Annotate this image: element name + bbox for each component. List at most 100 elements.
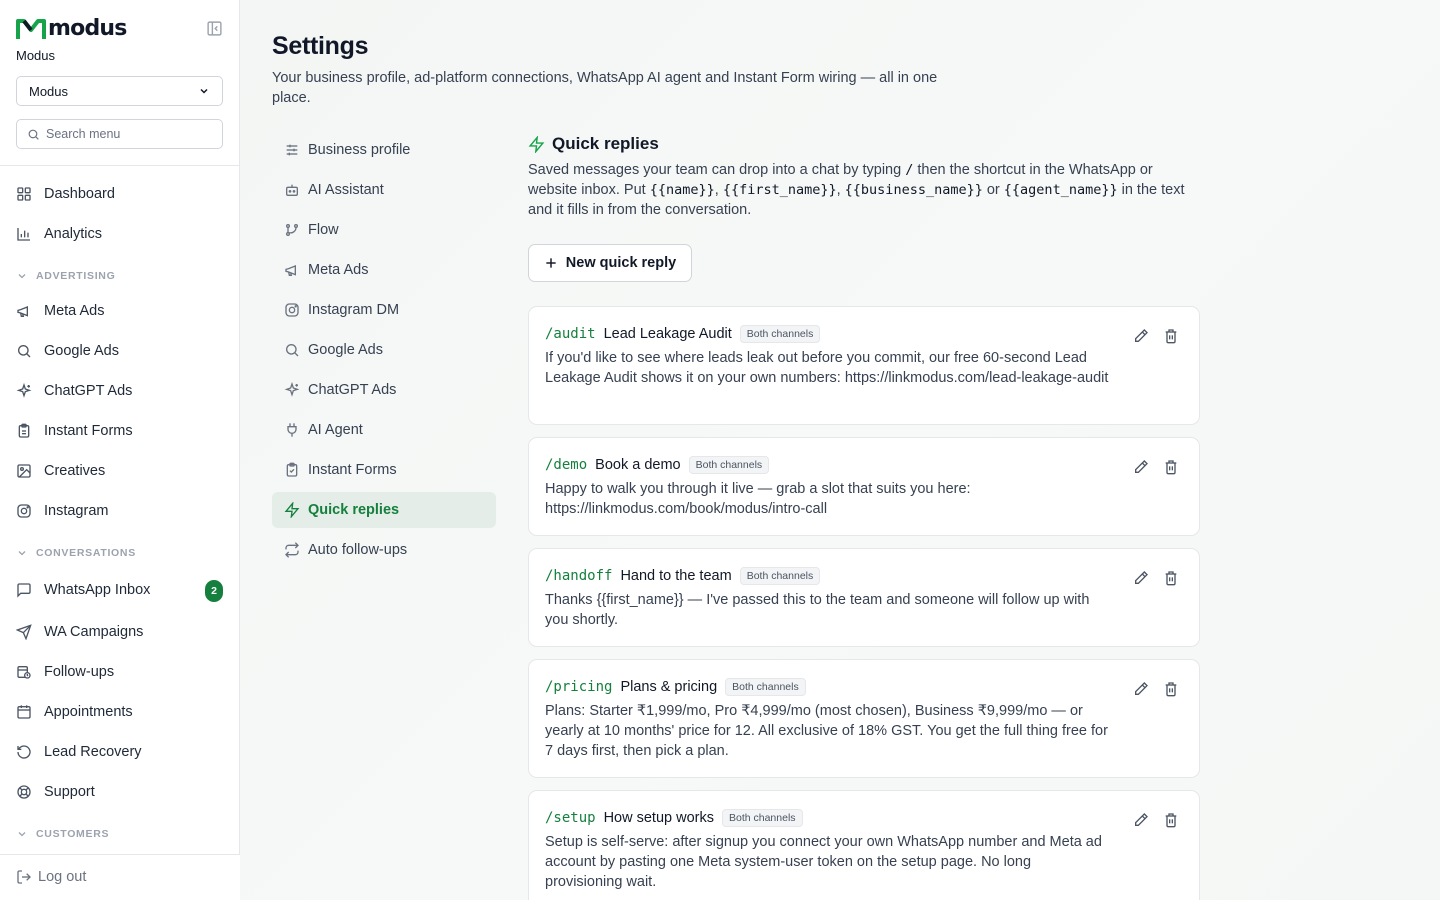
quick-reply-body: Thanks {{first_name}} — I've passed this… [545, 592, 1090, 628]
settings-nav-ai-assistant[interactable]: AI Assistant [272, 172, 496, 208]
lifebuoy-icon [17, 785, 31, 799]
message-icon [17, 583, 31, 598]
send-icon [16, 624, 32, 640]
sidebar-divider [0, 165, 240, 166]
settings-nav-instant-forms[interactable]: Instant Forms [272, 452, 496, 488]
new-quick-reply-label: New quick reply [565, 255, 677, 271]
modus-logo-icon [16, 18, 46, 39]
settings-nav-business-profile[interactable]: Business profile [272, 132, 496, 168]
calendar-icon [17, 705, 31, 719]
new-quick-reply-button[interactable]: New quick reply [528, 244, 692, 282]
settings-nav-label: Quick replies [308, 502, 400, 518]
trash-icon[interactable] [1163, 328, 1179, 344]
settings-nav-label: Business profile [308, 142, 411, 158]
settings-nav-label: Meta Ads [308, 262, 369, 278]
nav-appointments[interactable]: Appointments [16, 697, 223, 727]
nav-support[interactable]: Support [16, 777, 223, 807]
org-select-value: Modus [29, 83, 69, 99]
quick-reply-body: Happy to walk you through it live — grab… [545, 481, 971, 517]
search-icon [18, 345, 31, 358]
quick-reply-body: If you'd like to see where leads leak ou… [545, 350, 1109, 386]
zap-icon [284, 502, 300, 518]
nav-creatives[interactable]: Creatives [16, 456, 223, 486]
clipboard-icon [18, 423, 30, 438]
nav-instagram[interactable]: Instagram [16, 496, 223, 526]
nav-dashboard[interactable]: Dashboard [16, 179, 223, 209]
chevron-down-icon [18, 832, 26, 837]
settings-nav-label: ChatGPT Ads [308, 382, 397, 398]
edit-icon[interactable] [1133, 570, 1149, 586]
nav-wa-campaigns[interactable]: WA Campaigns [16, 617, 223, 647]
quick-reply-card: /audit Lead Leakage Audit Both channels … [528, 306, 1200, 425]
edit-icon[interactable] [1133, 459, 1149, 475]
section-conversations[interactable]: CONVERSATIONS [16, 547, 136, 559]
quick-reply-card: /demo Book a demo Both channels Happy to… [528, 437, 1200, 536]
git-branch-icon [286, 224, 298, 236]
image-icon [17, 464, 31, 478]
settings-nav-meta-ads[interactable]: Meta Ads [272, 252, 496, 288]
org-select[interactable]: Modus [16, 76, 223, 106]
search-icon [28, 129, 39, 140]
nav-label: WA Campaigns [44, 624, 144, 640]
section-customers[interactable]: CUSTOMERS [16, 828, 109, 840]
nav-follow-ups[interactable]: Follow-ups [16, 657, 223, 687]
section-title: ADVERTISING [36, 270, 116, 282]
quick-reply-title: Lead Leakage Audit [603, 326, 732, 342]
edit-icon[interactable] [1133, 681, 1149, 697]
page-subtitle: Your business profile, ad-platform conne… [272, 70, 938, 106]
plus-icon [546, 258, 556, 268]
sliders-icon [286, 144, 298, 156]
section-title: Quick replies [552, 134, 659, 153]
trash-icon[interactable] [1163, 681, 1179, 697]
quick-reply-title: How setup works [603, 810, 714, 826]
section-advertising[interactable]: ADVERTISING [16, 270, 115, 282]
settings-nav-chatgpt-ads[interactable]: ChatGPT Ads [272, 372, 496, 408]
logout-button[interactable]: Log out [16, 869, 86, 885]
trash-icon[interactable] [1163, 459, 1179, 475]
settings-nav-label: Flow [308, 222, 339, 238]
nav-chatgpt-ads[interactable]: ChatGPT Ads [16, 376, 223, 406]
channel-badge: Both channels [739, 325, 821, 343]
search-menu-input[interactable]: Search menu [16, 119, 223, 149]
nav-lead-recovery[interactable]: Lead Recovery [16, 737, 223, 767]
grid-icon [17, 187, 31, 201]
settings-nav-google-ads[interactable]: Google Ads [272, 332, 496, 368]
edit-icon[interactable] [1133, 812, 1149, 828]
search-menu-placeholder: Search menu [46, 127, 121, 141]
clipboard-icon [286, 462, 298, 477]
quick-reply-card: /setup How setup works Both channels Set… [528, 790, 1200, 900]
settings-nav-label: AI Agent [308, 422, 363, 438]
settings-nav-quick-replies[interactable]: Quick replies [272, 492, 496, 528]
brand-logo[interactable]: modus [16, 16, 127, 41]
settings-nav-auto-follow-ups[interactable]: Auto follow-ups [272, 532, 496, 568]
settings-nav-ai-agent[interactable]: AI Agent [272, 412, 496, 448]
collapse-sidebar-icon[interactable] [206, 20, 223, 37]
settings-nav-label: Google Ads [308, 342, 383, 358]
settings-nav-instagram-dm[interactable]: Instagram DM [272, 292, 496, 328]
logout-icon [17, 870, 31, 884]
quick-reply-shortcut: /pricing [545, 679, 613, 695]
instagram-icon [285, 303, 299, 317]
nav-label: Instagram [44, 503, 109, 519]
trash-icon[interactable] [1163, 570, 1179, 586]
nav-meta-ads[interactable]: Meta Ads [16, 296, 223, 326]
nav-google-ads[interactable]: Google Ads [16, 336, 223, 366]
nav-analytics[interactable]: Analytics [16, 219, 223, 249]
search-icon [286, 344, 299, 357]
nav-label: Appointments [44, 704, 133, 720]
nav-whatsapp-inbox[interactable]: WhatsApp Inbox 2 [16, 575, 223, 605]
logout-label: Log out [38, 869, 87, 885]
megaphone-icon [285, 265, 296, 276]
nav-label: Follow-ups [44, 664, 115, 680]
settings-nav-flow[interactable]: Flow [272, 212, 496, 248]
nav-label: Lead Recovery [44, 744, 142, 760]
megaphone-icon [17, 306, 28, 317]
quick-replies-section: Quick replies Saved messages your team c… [528, 132, 1200, 900]
trash-icon[interactable] [1163, 812, 1179, 828]
sidebar: modus Modus Modus Search menu Dashboard … [0, 0, 240, 900]
nav-instant-forms[interactable]: Instant Forms [16, 416, 223, 446]
section-title: CUSTOMERS [36, 828, 110, 840]
quick-reply-card: /pricing Plans & pricing Both channels P… [528, 659, 1200, 778]
channel-badge: Both channels [739, 567, 821, 585]
edit-icon[interactable] [1133, 328, 1149, 344]
